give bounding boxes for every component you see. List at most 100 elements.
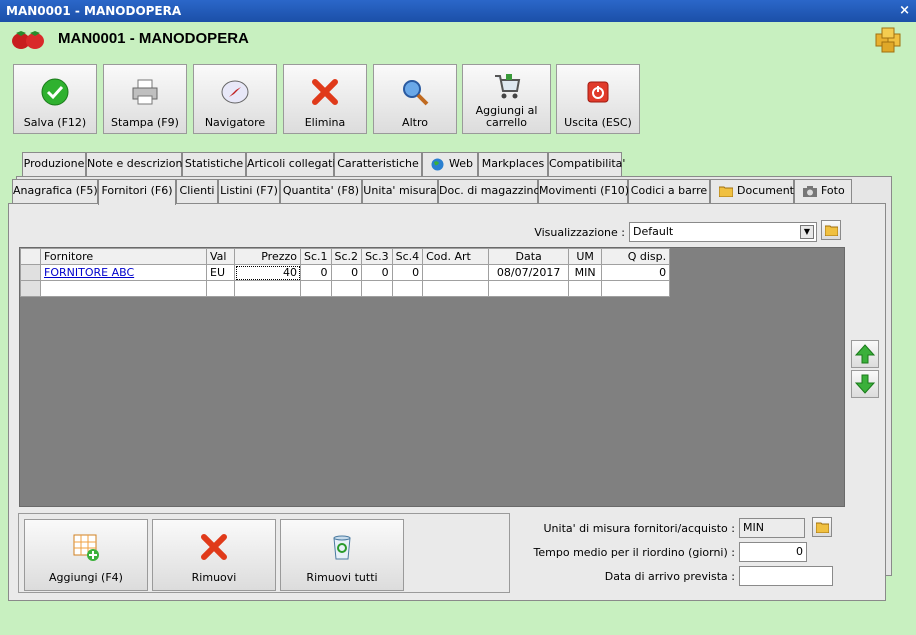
cell-fornitore[interactable] — [40, 280, 207, 297]
cell-val[interactable] — [206, 280, 235, 297]
tabs-front: Anagrafica (F5) Fornitori (F6) Clienti L… — [0, 179, 916, 205]
close-icon[interactable]: × — [899, 0, 910, 22]
add-to-cart-button[interactable]: Aggiungi al carrello — [462, 64, 551, 134]
delete-label: Elimina — [304, 116, 346, 129]
column-header-prezzo[interactable]: Prezzo — [234, 248, 301, 265]
window-titlebar: MAN0001 - MANODOPERA × — [0, 0, 916, 22]
cell-fornitore[interactable]: FORNITORE ABC — [40, 264, 207, 281]
grid-add-icon — [73, 534, 99, 561]
column-header-um[interactable]: UM — [568, 248, 603, 265]
tab-clienti[interactable]: Clienti — [176, 179, 218, 203]
tempo-field[interactable]: 0 — [739, 542, 807, 562]
column-header-val[interactable]: Val — [206, 248, 235, 265]
remove-all-button[interactable]: Rimuovi tutti — [280, 519, 404, 591]
table-row[interactable] — [20, 280, 671, 297]
column-header-sc2[interactable]: Sc.2 — [330, 248, 363, 265]
tab-quantita[interactable]: Quantita' (F8) — [280, 179, 362, 203]
cell-data[interactable] — [488, 280, 570, 297]
chevron-down-icon[interactable]: ▼ — [800, 225, 814, 239]
tab-doc-magazzino[interactable]: Doc. di magazzino — [438, 179, 540, 203]
tab-markplaces[interactable]: Markplaces — [478, 152, 548, 176]
tab-note[interactable]: Note e descrizioni — [86, 152, 186, 176]
table-row[interactable]: FORNITORE ABC EU 40 0 0 0 0 08/07/2017 M… — [20, 264, 671, 281]
cell-sc3[interactable]: 0 — [361, 264, 393, 281]
column-header-qdisp[interactable]: Q disp. — [601, 248, 671, 265]
folder-icon — [719, 186, 733, 197]
column-header-data[interactable]: Data — [488, 248, 570, 265]
save-label: Salva (F12) — [23, 116, 87, 129]
navigator-button[interactable]: Navigatore — [193, 64, 277, 134]
delete-button[interactable]: Elimina — [283, 64, 367, 134]
cell-val[interactable]: EU — [206, 264, 235, 281]
um-field[interactable]: MIN — [739, 518, 805, 538]
cell-cod-art[interactable] — [422, 280, 490, 297]
compass-icon — [221, 80, 249, 104]
tab-anagrafica[interactable]: Anagrafica (F5) — [12, 179, 98, 203]
tab-codici-barre[interactable]: Codici a barre — [628, 179, 710, 203]
move-up-button[interactable] — [851, 340, 879, 368]
column-header-sc3[interactable]: Sc.3 — [361, 248, 393, 265]
row-selector[interactable] — [20, 264, 41, 281]
cell-sc1[interactable] — [300, 280, 332, 297]
bottom-button-group: Aggiungi (F4) Rimuovi Rimuovi tutti — [18, 513, 510, 593]
tab-movimenti[interactable]: Movimenti (F10) — [538, 179, 629, 203]
cell-sc4[interactable] — [391, 280, 424, 297]
column-header-sc1[interactable]: Sc.1 — [300, 248, 332, 265]
supplier-link[interactable]: FORNITORE ABC — [44, 266, 134, 279]
row-selector[interactable] — [20, 280, 41, 297]
tab-web[interactable]: Web — [422, 152, 478, 176]
data-arrivo-field[interactable] — [739, 566, 833, 586]
tab-caratteristiche[interactable]: Caratteristiche — [334, 152, 422, 176]
navigator-label: Navigatore — [204, 116, 266, 129]
print-button[interactable]: Stampa (F9) — [103, 64, 187, 134]
x-icon — [312, 79, 338, 105]
cell-um[interactable]: MIN — [568, 264, 603, 281]
add-button[interactable]: Aggiungi (F4) — [24, 519, 148, 591]
tab-articoli-collegati[interactable]: Articoli collegati — [246, 152, 336, 176]
visualizzazione-select[interactable]: Default ▼ — [629, 222, 817, 242]
cell-um[interactable] — [568, 280, 603, 297]
arrow-down-icon — [855, 374, 875, 394]
move-down-button[interactable] — [851, 370, 879, 398]
tab-compatibilita[interactable]: Compatibilita' — [548, 152, 625, 176]
column-header-fornitore[interactable]: Fornitore — [40, 248, 207, 265]
add-to-cart-label: Aggiungi al carrello — [475, 104, 538, 129]
tab-statistiche[interactable]: Statistiche — [182, 152, 246, 176]
tab-foto[interactable]: Foto — [794, 179, 852, 203]
tab-foto-label: Foto — [821, 184, 845, 197]
cell-sc4[interactable]: 0 — [391, 264, 424, 281]
data-arrivo-label: Data di arrivo prevista : — [604, 570, 735, 583]
table-header-row: Fornitore Val Prezzo Sc.1 Sc.2 Sc.3 Sc.4… — [20, 248, 671, 265]
add-label: Aggiungi (F4) — [49, 571, 123, 584]
cell-sc1[interactable]: 0 — [300, 264, 332, 281]
exit-button[interactable]: Uscita (ESC) — [556, 64, 640, 134]
column-header — [20, 248, 41, 265]
tab-produzione[interactable]: Produzione — [22, 152, 86, 176]
um-folder-button[interactable] — [812, 517, 832, 537]
boxes-icon[interactable] — [874, 26, 902, 54]
column-header-cod-art[interactable]: Cod. Art — [422, 248, 490, 265]
tempo-label: Tempo medio per il riordino (giorni) : — [533, 546, 735, 559]
tab-listini[interactable]: Listini (F7) — [218, 179, 280, 203]
cell-prezzo[interactable]: 40 — [234, 264, 301, 281]
cell-prezzo[interactable] — [234, 280, 301, 297]
tab-documenti[interactable]: Documenti — [710, 179, 797, 203]
other-button[interactable]: Altro — [373, 64, 457, 134]
supplier-table: Fornitore Val Prezzo Sc.1 Sc.2 Sc.3 Sc.4… — [20, 248, 671, 297]
remove-button[interactable]: Rimuovi — [152, 519, 276, 591]
folder-icon — [816, 522, 829, 533]
cell-sc2[interactable]: 0 — [330, 264, 363, 281]
cell-qdisp[interactable] — [601, 280, 671, 297]
cell-data[interactable]: 08/07/2017 — [488, 264, 570, 281]
supplier-grid: Fornitore Val Prezzo Sc.1 Sc.2 Sc.3 Sc.4… — [19, 247, 845, 507]
cell-sc2[interactable] — [330, 280, 363, 297]
tab-unita-misura[interactable]: Unita' misura — [362, 179, 438, 203]
cell-sc3[interactable] — [361, 280, 393, 297]
cell-cod-art[interactable] — [422, 264, 490, 281]
cell-qdisp[interactable]: 0 — [601, 264, 671, 281]
tab-fornitori[interactable]: Fornitori (F6) — [98, 179, 176, 205]
page-title: MAN0001 - MANODOPERA — [58, 30, 249, 47]
save-button[interactable]: Salva (F12) — [13, 64, 97, 134]
column-header-sc4[interactable]: Sc.4 — [391, 248, 424, 265]
folder-button[interactable] — [821, 220, 841, 240]
